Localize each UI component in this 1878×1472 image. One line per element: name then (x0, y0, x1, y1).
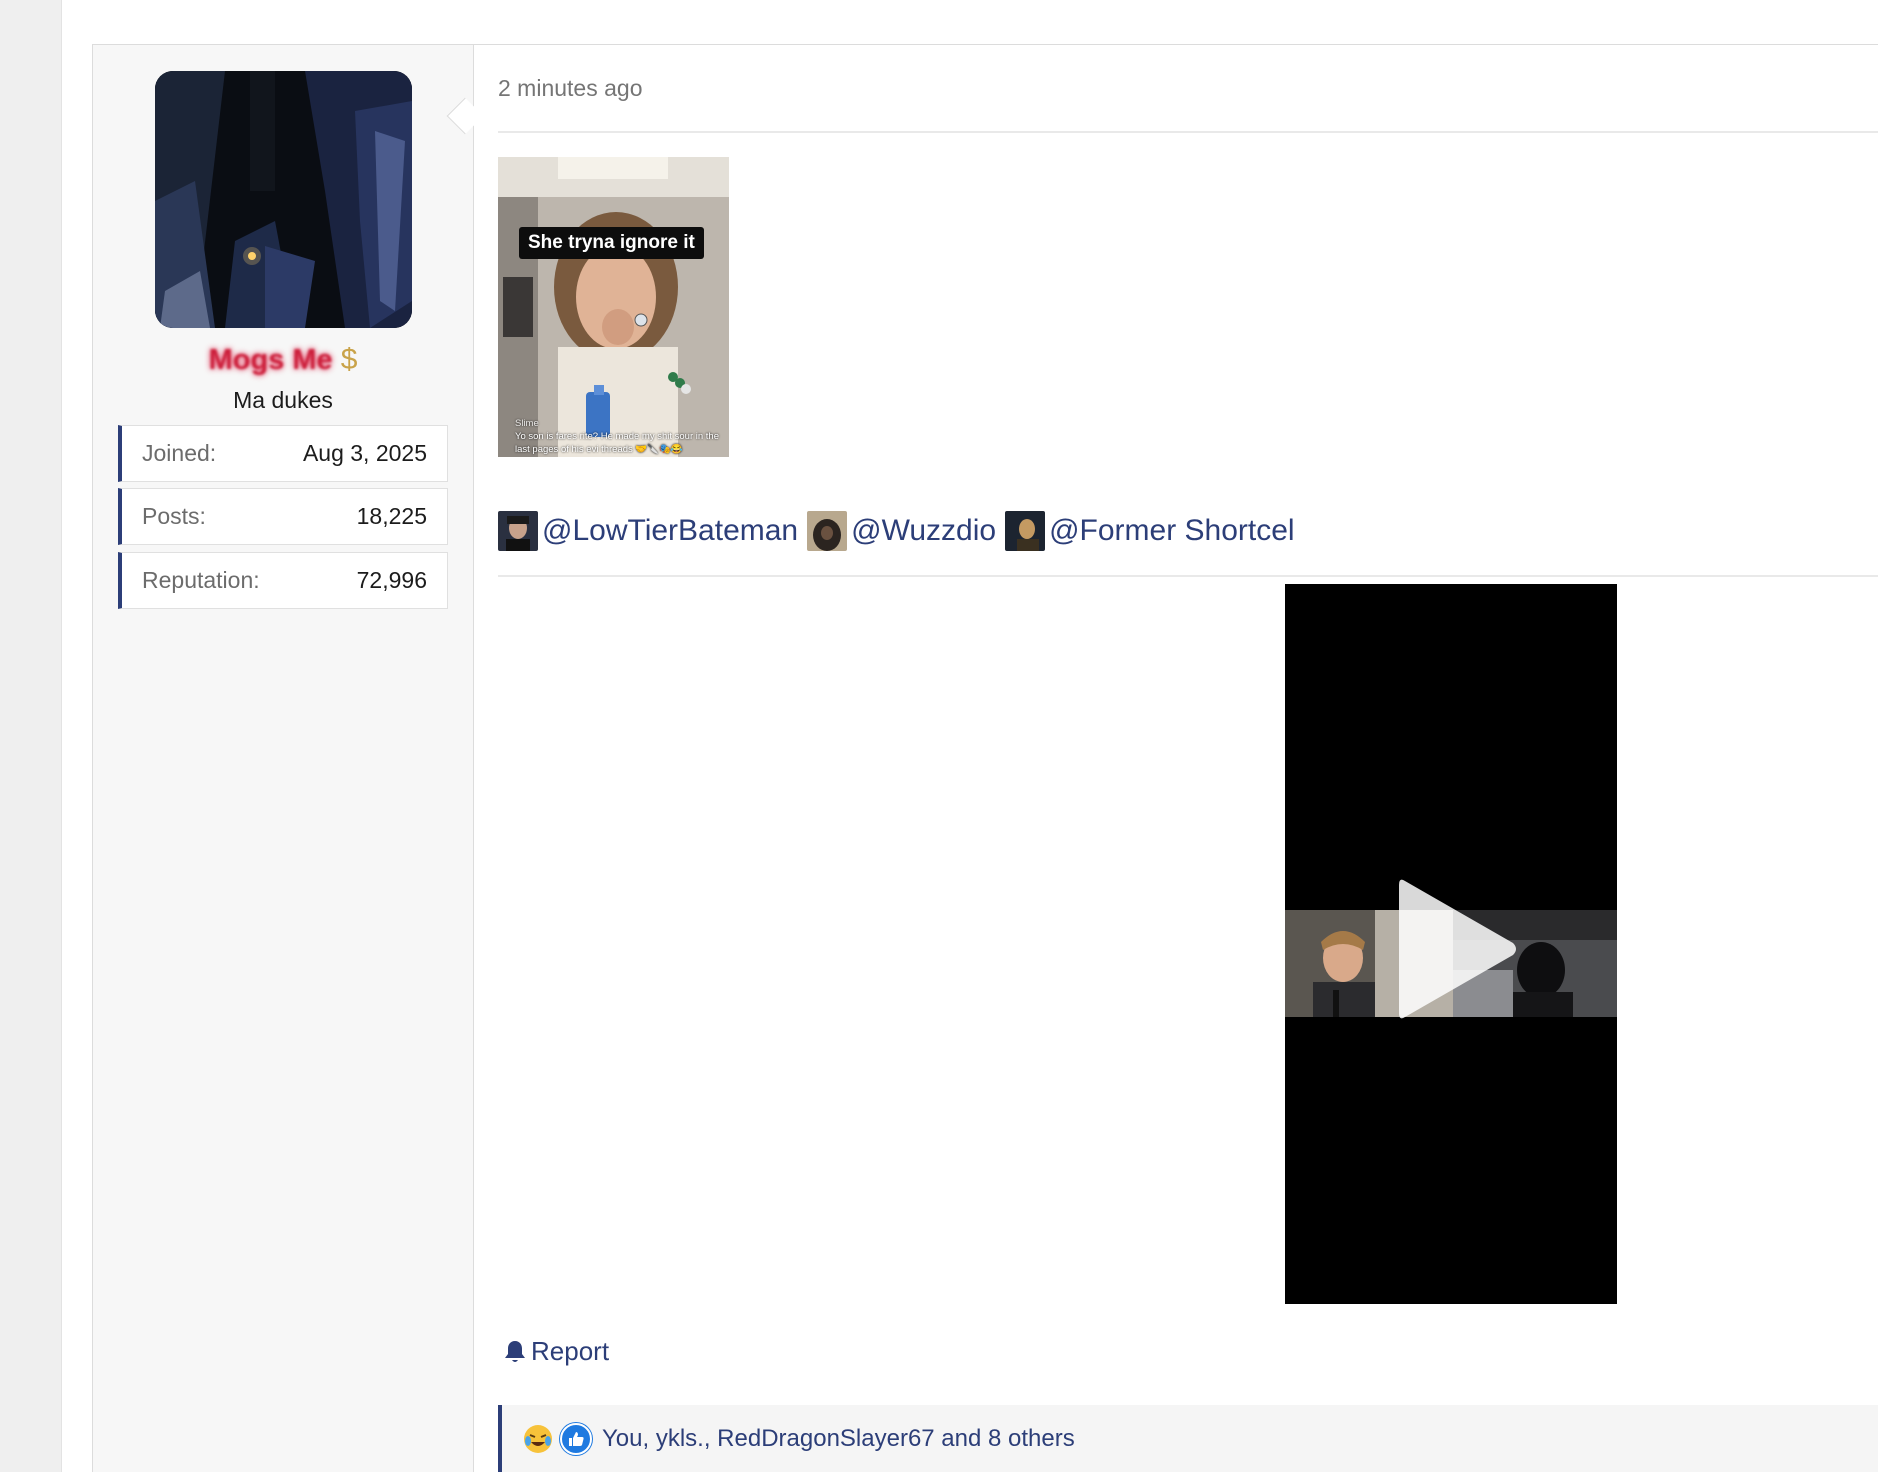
mention-label: @Former Shortcel (1049, 514, 1295, 547)
mention-avatar (1005, 511, 1046, 551)
meme-comment-text: Yo son is fares rite? He made my shit so… (515, 431, 719, 455)
mention-lowtierbateman[interactable]: @LowTierBateman (498, 511, 798, 551)
reactions-bar[interactable]: You, ykls., RedDragonSlayer67 and 8 othe… (498, 1405, 1878, 1472)
stat-value: 18,225 (356, 503, 427, 529)
meme-comment: Slime Yo son is fares rite? He made my s… (515, 417, 720, 456)
user-avatar[interactable] (155, 71, 412, 328)
mention-avatar (498, 511, 538, 551)
crying-laughing-emoji-icon (522, 1423, 554, 1455)
play-icon[interactable] (1385, 869, 1525, 1029)
reactions-text[interactable]: You, ykls., RedDragonSlayer67 and 8 othe… (602, 1425, 1075, 1453)
mention-label: @LowTierBateman (542, 514, 799, 547)
bell-icon (505, 1340, 525, 1362)
forum-post: Mogs Me $ Ma dukes Joined: Aug 3, 2025 Po… (92, 44, 1878, 1472)
post-timestamp[interactable]: 2 minutes ago (498, 75, 642, 102)
mention-label: @Wuzzdio (851, 514, 997, 547)
stat-label: Joined: (142, 440, 217, 466)
dollar-icon: $ (340, 343, 358, 376)
user-title: Ma dukes (233, 387, 333, 413)
report-button[interactable]: Report (503, 1336, 609, 1367)
mentions-row: @LowTierBateman @Wuzzdio @Former Shortce… (498, 511, 1304, 551)
left-gutter (0, 0, 62, 1472)
divider (498, 131, 1878, 133)
stat-label: Reputation: (142, 567, 260, 593)
meme-comment-author: Slime (515, 418, 539, 429)
user-sidebar: Mogs Me $ Ma dukes Joined: Aug 3, 2025 Po… (93, 45, 474, 1472)
stat-label: Posts: (142, 503, 206, 529)
embedded-video[interactable] (1285, 584, 1617, 1304)
thumbs-up-icon (560, 1423, 592, 1455)
report-label: Report (531, 1336, 610, 1366)
stat-joined: Joined: Aug 3, 2025 (118, 425, 448, 482)
post-content: 2 minutes ago She tryna ignore it Slime … (498, 45, 1878, 1472)
stat-posts: Posts: 18,225 (118, 488, 448, 545)
meme-caption: She tryna ignore it (519, 227, 704, 259)
stat-reputation: Reputation: 72,996 (118, 552, 448, 609)
username[interactable]: Mogs Me $ (93, 343, 473, 377)
stat-value: Aug 3, 2025 (302, 440, 427, 466)
attached-image[interactable]: She tryna ignore it Slime Yo son is fare… (498, 157, 729, 457)
mention-wuzzdio[interactable]: @Wuzzdio (807, 511, 996, 551)
stat-value: 72,996 (356, 567, 427, 593)
divider (498, 575, 1878, 577)
mention-avatar (807, 511, 848, 551)
mention-former-shortcel[interactable]: @Former Shortcel (1005, 511, 1295, 551)
